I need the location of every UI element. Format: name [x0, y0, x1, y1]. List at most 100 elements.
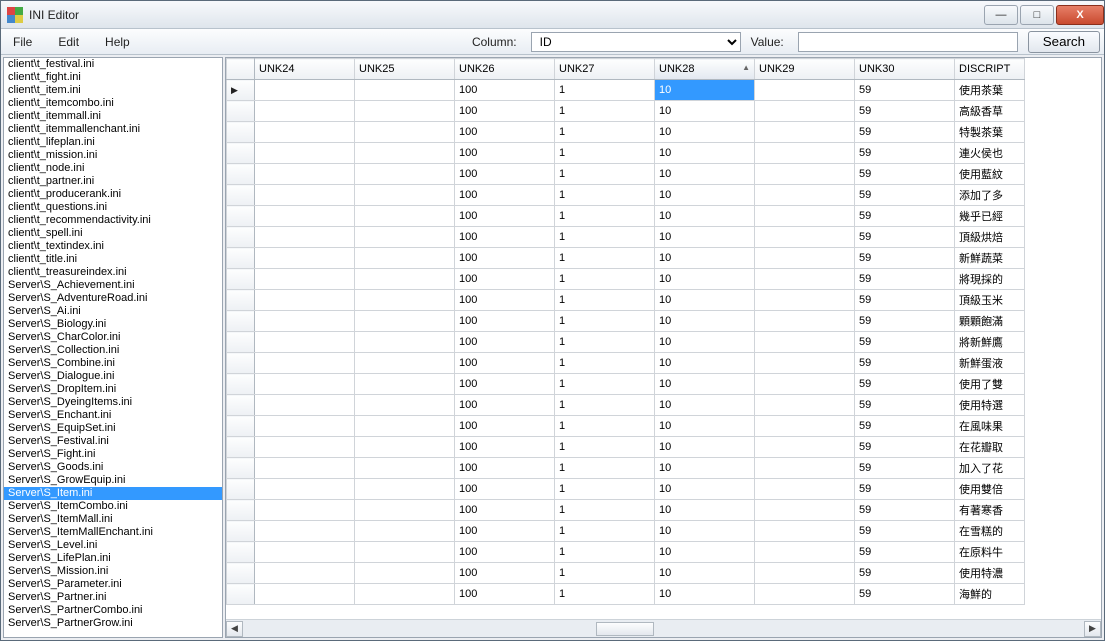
cell[interactable]: 100 [455, 437, 555, 458]
cell[interactable] [755, 311, 855, 332]
cell[interactable]: 高級香草 [955, 101, 1025, 122]
cell[interactable]: 100 [455, 185, 555, 206]
cell[interactable] [355, 542, 455, 563]
file-item[interactable]: Server\S_ItemCombo.ini [4, 500, 222, 513]
cell[interactable]: 10 [655, 374, 755, 395]
cell[interactable]: 1 [555, 353, 655, 374]
cell[interactable]: 在原料牛 [955, 542, 1025, 563]
cell[interactable]: 100 [455, 164, 555, 185]
cell[interactable]: 使用特濃 [955, 563, 1025, 584]
horizontal-scrollbar[interactable]: ◀ ▶ [226, 619, 1101, 637]
cell[interactable]: 59 [855, 143, 955, 164]
menu-file[interactable]: File [5, 33, 40, 51]
cell[interactable]: 10 [655, 563, 755, 584]
cell[interactable]: 10 [655, 80, 755, 101]
cell[interactable]: 59 [855, 101, 955, 122]
cell[interactable] [355, 227, 455, 248]
cell[interactable]: 100 [455, 248, 555, 269]
row-header[interactable] [227, 584, 255, 605]
file-item[interactable]: client\t_questions.ini [4, 201, 222, 214]
scroll-left-icon[interactable]: ◀ [226, 621, 243, 637]
cell[interactable] [755, 458, 855, 479]
file-item[interactable]: client\t_mission.ini [4, 149, 222, 162]
cell[interactable]: 10 [655, 143, 755, 164]
cell[interactable]: 1 [555, 395, 655, 416]
row-header[interactable] [227, 185, 255, 206]
column-header[interactable]: UNK28▲ [655, 59, 755, 80]
cell[interactable] [755, 290, 855, 311]
cell[interactable]: 59 [855, 269, 955, 290]
column-header[interactable]: UNK24 [255, 59, 355, 80]
cell[interactable]: 100 [455, 353, 555, 374]
file-item[interactable]: Server\S_Item.ini [4, 487, 222, 500]
cell[interactable] [355, 80, 455, 101]
cell[interactable]: 100 [455, 227, 555, 248]
cell[interactable]: 幾乎已經 [955, 206, 1025, 227]
cell[interactable] [355, 500, 455, 521]
cell[interactable] [255, 479, 355, 500]
cell[interactable]: 59 [855, 542, 955, 563]
cell[interactable]: 10 [655, 164, 755, 185]
cell[interactable]: 100 [455, 416, 555, 437]
cell[interactable]: 將新鮮鷹 [955, 332, 1025, 353]
cell[interactable] [255, 269, 355, 290]
file-item[interactable]: client\t_festival.ini [4, 58, 222, 71]
cell[interactable]: 10 [655, 395, 755, 416]
cell[interactable]: 1 [555, 521, 655, 542]
cell[interactable]: 59 [855, 353, 955, 374]
row-header[interactable] [227, 395, 255, 416]
cell[interactable] [355, 206, 455, 227]
cell[interactable] [755, 563, 855, 584]
row-header[interactable] [227, 521, 255, 542]
cell[interactable]: 100 [455, 374, 555, 395]
cell[interactable]: 100 [455, 332, 555, 353]
row-header[interactable] [227, 206, 255, 227]
file-item[interactable]: Server\S_Combine.ini [4, 357, 222, 370]
file-item[interactable]: client\t_partner.ini [4, 175, 222, 188]
cell[interactable]: 100 [455, 563, 555, 584]
cell[interactable] [255, 227, 355, 248]
cell[interactable]: 1 [555, 227, 655, 248]
cell[interactable] [355, 122, 455, 143]
cell[interactable]: 1 [555, 563, 655, 584]
cell[interactable]: 10 [655, 206, 755, 227]
cell[interactable] [255, 206, 355, 227]
cell[interactable] [355, 290, 455, 311]
cell[interactable] [355, 101, 455, 122]
cell[interactable] [255, 311, 355, 332]
cell[interactable]: 1 [555, 143, 655, 164]
cell[interactable]: 10 [655, 542, 755, 563]
cell[interactable] [255, 101, 355, 122]
cell[interactable]: 59 [855, 311, 955, 332]
close-button[interactable]: X [1056, 5, 1104, 25]
row-header[interactable] [227, 101, 255, 122]
cell[interactable]: 有著寒香 [955, 500, 1025, 521]
menu-edit[interactable]: Edit [50, 33, 87, 51]
column-header[interactable]: UNK29 [755, 59, 855, 80]
cell[interactable] [755, 500, 855, 521]
cell[interactable] [255, 290, 355, 311]
file-item[interactable]: client\t_producerank.ini [4, 188, 222, 201]
cell[interactable]: 新鮮蛋液 [955, 353, 1025, 374]
cell[interactable]: 將現採的 [955, 269, 1025, 290]
file-item[interactable]: Server\S_PartnerCombo.ini [4, 604, 222, 617]
cell[interactable] [755, 584, 855, 605]
cell[interactable] [255, 395, 355, 416]
file-item[interactable]: Server\S_Parameter.ini [4, 578, 222, 591]
cell[interactable]: 1 [555, 185, 655, 206]
row-header[interactable] [227, 269, 255, 290]
row-header[interactable] [227, 500, 255, 521]
cell[interactable] [355, 437, 455, 458]
file-item[interactable]: Server\S_AdventureRoad.ini [4, 292, 222, 305]
cell[interactable] [355, 416, 455, 437]
cell[interactable]: 100 [455, 206, 555, 227]
cell[interactable] [255, 143, 355, 164]
cell[interactable] [255, 332, 355, 353]
cell[interactable]: 顆顆飽滿 [955, 311, 1025, 332]
cell[interactable]: 使用茶葉 [955, 80, 1025, 101]
cell[interactable]: 100 [455, 269, 555, 290]
cell[interactable]: 10 [655, 269, 755, 290]
file-item[interactable]: client\t_treasureindex.ini [4, 266, 222, 279]
cell[interactable] [755, 332, 855, 353]
file-item[interactable]: Server\S_Dialogue.ini [4, 370, 222, 383]
